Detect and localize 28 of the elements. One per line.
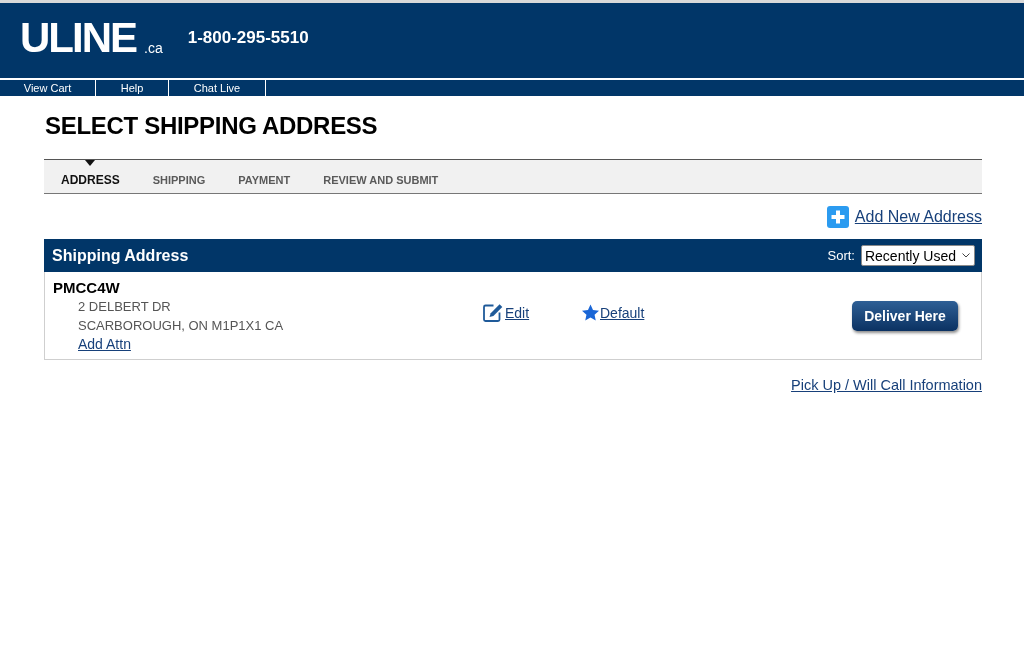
default-link[interactable]: Default [582, 304, 645, 321]
star-icon [582, 304, 599, 321]
add-address-link[interactable]: Add New Address [826, 206, 982, 228]
address-line: SCARBOROUGH, ON M1P1X1 CA [78, 316, 284, 335]
nav-link[interactable]: Help [96, 80, 169, 96]
sort-dropdown[interactable]: Recently Used [860, 245, 975, 266]
edit-link[interactable]: Edit [482, 302, 530, 323]
step-tab[interactable]: PAYMENT [221, 160, 307, 193]
page-title: SELECT SHIPPING ADDRESS [45, 112, 378, 140]
address-name: PMCC4W [53, 277, 120, 297]
sort-label: Sort: [827, 248, 855, 263]
triangle-down-icon [85, 160, 96, 166]
nav-link[interactable]: Chat Live [169, 80, 266, 96]
pickup-info-link[interactable]: Pick Up / Will Call Information [791, 376, 982, 394]
deliver-here-button[interactable]: Deliver Here [852, 300, 958, 331]
pencil-square-icon [482, 302, 504, 323]
step-tab[interactable]: SHIPPING [136, 160, 222, 193]
nav-link[interactable]: View Cart [0, 80, 96, 96]
logo-domain-text: .ca [144, 41, 163, 55]
chevron-down-icon [962, 253, 970, 258]
table-title: Shipping Address [52, 246, 190, 265]
step-tab[interactable]: REVIEW AND SUBMIT [306, 160, 455, 193]
plus-icon [826, 206, 849, 228]
address-line: 2 DELBERT DR [78, 297, 171, 316]
phone-number: 1-800-295-5510 [187, 29, 309, 46]
step-tab[interactable]: ADDRESS [44, 160, 137, 193]
add-attn-link[interactable]: Add Attn [78, 334, 131, 354]
logo-text[interactable]: ULINE [20, 17, 136, 59]
